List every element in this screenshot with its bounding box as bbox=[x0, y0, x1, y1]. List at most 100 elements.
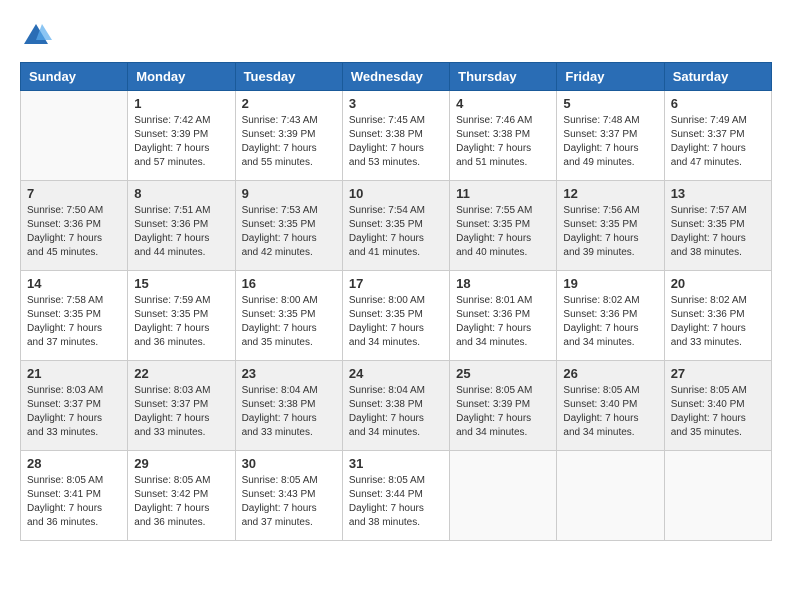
day-info: Sunrise: 8:03 AM Sunset: 3:37 PM Dayligh… bbox=[134, 384, 228, 440]
day-number: 19 bbox=[563, 276, 657, 291]
calendar-cell: 3 Sunrise: 7:45 AM Sunset: 3:38 PM Daylig… bbox=[342, 91, 449, 181]
day-number: 24 bbox=[349, 366, 443, 381]
day-info: Sunrise: 8:00 AM Sunset: 3:35 PM Dayligh… bbox=[242, 294, 336, 350]
calendar-cell: 27 Sunrise: 8:05 AM Sunset: 3:40 PM Dayli… bbox=[664, 361, 771, 451]
day-info: Sunrise: 7:42 AM Sunset: 3:39 PM Dayligh… bbox=[134, 114, 228, 170]
calendar-week-row: 28 Sunrise: 8:05 AM Sunset: 3:41 PM Dayli… bbox=[21, 451, 772, 541]
calendar-cell: 29 Sunrise: 8:05 AM Sunset: 3:42 PM Dayli… bbox=[128, 451, 235, 541]
day-number: 23 bbox=[242, 366, 336, 381]
day-info: Sunrise: 8:05 AM Sunset: 3:41 PM Dayligh… bbox=[27, 474, 121, 530]
day-number: 25 bbox=[456, 366, 550, 381]
calendar-cell bbox=[21, 91, 128, 181]
calendar-cell: 12Sunrise: 7:56 AM Sunset: 3:35 PM Dayli… bbox=[557, 181, 664, 271]
calendar-cell: 15 Sunrise: 7:59 AM Sunset: 3:35 PM Dayli… bbox=[128, 271, 235, 361]
day-info: Sunrise: 7:54 AM Sunset: 3:35 PM Dayligh… bbox=[349, 204, 443, 260]
calendar-cell: 20Sunrise: 8:02 AM Sunset: 3:36 PM Dayli… bbox=[664, 271, 771, 361]
day-info: Sunrise: 8:05 AM Sunset: 3:40 PM Dayligh… bbox=[671, 384, 765, 440]
weekday-header-monday: Monday bbox=[128, 63, 235, 91]
calendar-cell: 26 Sunrise: 8:05 AM Sunset: 3:40 PM Dayli… bbox=[557, 361, 664, 451]
weekday-header-tuesday: Tuesday bbox=[235, 63, 342, 91]
calendar-cell: 25 Sunrise: 8:05 AM Sunset: 3:39 PM Dayli… bbox=[450, 361, 557, 451]
day-number: 3 bbox=[349, 96, 443, 111]
weekday-header-saturday: Saturday bbox=[664, 63, 771, 91]
calendar-week-row: 1Sunrise: 7:42 AM Sunset: 3:39 PM Daylig… bbox=[21, 91, 772, 181]
day-info: Sunrise: 7:55 AM Sunset: 3:35 PM Dayligh… bbox=[456, 204, 550, 260]
day-number: 18 bbox=[456, 276, 550, 291]
day-info: Sunrise: 7:59 AM Sunset: 3:35 PM Dayligh… bbox=[134, 294, 228, 350]
day-number: 2 bbox=[242, 96, 336, 111]
day-info: Sunrise: 8:05 AM Sunset: 3:43 PM Dayligh… bbox=[242, 474, 336, 530]
calendar-table: SundayMondayTuesdayWednesdayThursdayFrid… bbox=[20, 62, 772, 541]
day-number: 16 bbox=[242, 276, 336, 291]
day-number: 11 bbox=[456, 186, 550, 201]
calendar-cell: 10 Sunrise: 7:54 AM Sunset: 3:35 PM Dayli… bbox=[342, 181, 449, 271]
calendar-cell bbox=[557, 451, 664, 541]
calendar-cell: 31 Sunrise: 8:05 AM Sunset: 3:44 PM Dayli… bbox=[342, 451, 449, 541]
day-info: Sunrise: 7:45 AM Sunset: 3:38 PM Dayligh… bbox=[349, 114, 443, 170]
calendar-cell: 4 Sunrise: 7:46 AM Sunset: 3:38 PM Daylig… bbox=[450, 91, 557, 181]
calendar-cell: 2 Sunrise: 7:43 AM Sunset: 3:39 PM Daylig… bbox=[235, 91, 342, 181]
calendar-cell: 11 Sunrise: 7:55 AM Sunset: 3:35 PM Dayli… bbox=[450, 181, 557, 271]
calendar-cell: 14 Sunrise: 7:58 AM Sunset: 3:35 PM Dayli… bbox=[21, 271, 128, 361]
calendar-cell: 18 Sunrise: 8:01 AM Sunset: 3:36 PM Dayli… bbox=[450, 271, 557, 361]
day-info: Sunrise: 7:58 AM Sunset: 3:35 PM Dayligh… bbox=[27, 294, 121, 350]
day-info: Sunrise: 7:51 AM Sunset: 3:36 PM Dayligh… bbox=[134, 204, 228, 260]
day-info: Sunrise: 8:04 AM Sunset: 3:38 PM Dayligh… bbox=[349, 384, 443, 440]
day-number: 10 bbox=[349, 186, 443, 201]
day-number: 13 bbox=[671, 186, 765, 201]
weekday-header-thursday: Thursday bbox=[450, 63, 557, 91]
calendar-header-row: SundayMondayTuesdayWednesdayThursdayFrid… bbox=[21, 63, 772, 91]
weekday-header-wednesday: Wednesday bbox=[342, 63, 449, 91]
day-info: Sunrise: 7:50 AM Sunset: 3:36 PM Dayligh… bbox=[27, 204, 121, 260]
day-number: 7 bbox=[27, 186, 121, 201]
day-info: Sunrise: 7:46 AM Sunset: 3:38 PM Dayligh… bbox=[456, 114, 550, 170]
day-info: Sunrise: 8:02 AM Sunset: 3:36 PM Dayligh… bbox=[671, 294, 765, 350]
calendar-cell bbox=[664, 451, 771, 541]
day-info: Sunrise: 7:43 AM Sunset: 3:39 PM Dayligh… bbox=[242, 114, 336, 170]
calendar-cell: 19 Sunrise: 8:02 AM Sunset: 3:36 PM Dayli… bbox=[557, 271, 664, 361]
day-info: Sunrise: 8:05 AM Sunset: 3:42 PM Dayligh… bbox=[134, 474, 228, 530]
day-number: 8 bbox=[134, 186, 228, 201]
day-info: Sunrise: 8:00 AM Sunset: 3:35 PM Dayligh… bbox=[349, 294, 443, 350]
day-info: Sunrise: 8:04 AM Sunset: 3:38 PM Dayligh… bbox=[242, 384, 336, 440]
calendar-cell: 6 Sunrise: 7:49 AM Sunset: 3:37 PM Daylig… bbox=[664, 91, 771, 181]
day-number: 9 bbox=[242, 186, 336, 201]
day-number: 30 bbox=[242, 456, 336, 471]
generalblue-icon bbox=[20, 20, 52, 52]
day-info: Sunrise: 7:56 AM Sunset: 3:35 PM Dayligh… bbox=[563, 204, 657, 260]
day-number: 22 bbox=[134, 366, 228, 381]
day-number: 27 bbox=[671, 366, 765, 381]
calendar-cell: 17 Sunrise: 8:00 AM Sunset: 3:35 PM Dayli… bbox=[342, 271, 449, 361]
day-number: 26 bbox=[563, 366, 657, 381]
weekday-header-sunday: Sunday bbox=[21, 63, 128, 91]
day-info: Sunrise: 8:05 AM Sunset: 3:44 PM Dayligh… bbox=[349, 474, 443, 530]
day-number: 31 bbox=[349, 456, 443, 471]
calendar-cell: 13Sunrise: 7:57 AM Sunset: 3:35 PM Dayli… bbox=[664, 181, 771, 271]
day-number: 28 bbox=[27, 456, 121, 471]
day-info: Sunrise: 8:05 AM Sunset: 3:40 PM Dayligh… bbox=[563, 384, 657, 440]
logo bbox=[20, 20, 58, 52]
weekday-header-friday: Friday bbox=[557, 63, 664, 91]
day-info: Sunrise: 7:49 AM Sunset: 3:37 PM Dayligh… bbox=[671, 114, 765, 170]
calendar-cell: 22 Sunrise: 8:03 AM Sunset: 3:37 PM Dayli… bbox=[128, 361, 235, 451]
day-number: 14 bbox=[27, 276, 121, 291]
calendar-cell: 5Sunrise: 7:48 AM Sunset: 3:37 PM Daylig… bbox=[557, 91, 664, 181]
day-info: Sunrise: 8:01 AM Sunset: 3:36 PM Dayligh… bbox=[456, 294, 550, 350]
calendar-cell: 9Sunrise: 7:53 AM Sunset: 3:35 PM Daylig… bbox=[235, 181, 342, 271]
day-number: 4 bbox=[456, 96, 550, 111]
day-number: 29 bbox=[134, 456, 228, 471]
calendar-cell: 16 Sunrise: 8:00 AM Sunset: 3:35 PM Dayli… bbox=[235, 271, 342, 361]
day-number: 15 bbox=[134, 276, 228, 291]
calendar-week-row: 14 Sunrise: 7:58 AM Sunset: 3:35 PM Dayli… bbox=[21, 271, 772, 361]
calendar-cell bbox=[450, 451, 557, 541]
day-number: 17 bbox=[349, 276, 443, 291]
calendar-cell: 21Sunrise: 8:03 AM Sunset: 3:37 PM Dayli… bbox=[21, 361, 128, 451]
day-number: 21 bbox=[27, 366, 121, 381]
calendar-cell: 28 Sunrise: 8:05 AM Sunset: 3:41 PM Dayli… bbox=[21, 451, 128, 541]
calendar-cell: 8 Sunrise: 7:51 AM Sunset: 3:36 PM Daylig… bbox=[128, 181, 235, 271]
day-info: Sunrise: 8:02 AM Sunset: 3:36 PM Dayligh… bbox=[563, 294, 657, 350]
calendar-cell: 24 Sunrise: 8:04 AM Sunset: 3:38 PM Dayli… bbox=[342, 361, 449, 451]
day-info: Sunrise: 8:05 AM Sunset: 3:39 PM Dayligh… bbox=[456, 384, 550, 440]
calendar-cell: 7 Sunrise: 7:50 AM Sunset: 3:36 PM Daylig… bbox=[21, 181, 128, 271]
day-number: 6 bbox=[671, 96, 765, 111]
